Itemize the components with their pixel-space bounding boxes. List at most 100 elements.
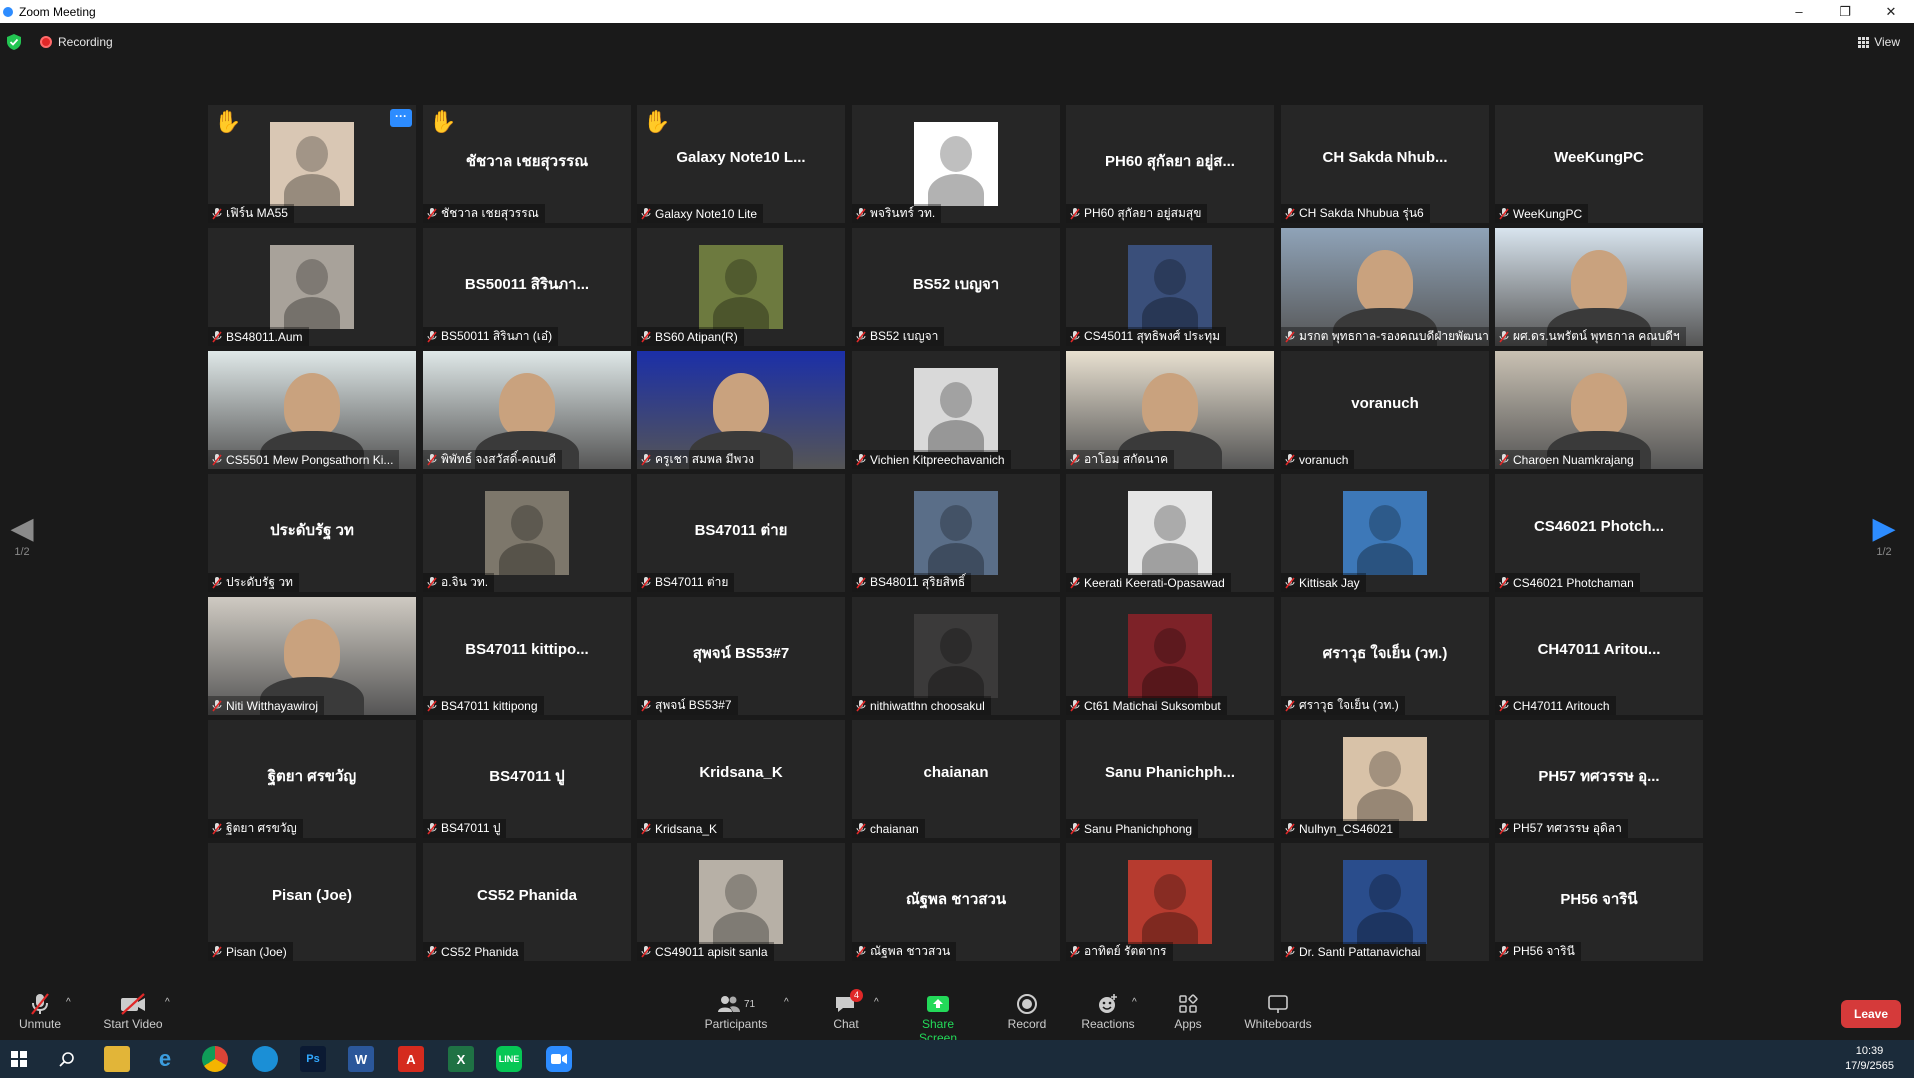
participant-tile[interactable]: ฐิตยา ศรขวัญ ฐิตยา ศรขวัญ xyxy=(208,720,416,838)
participant-tile[interactable]: BS60 Atipan(R) xyxy=(637,228,845,346)
participant-name-label: Sanu Phanichphong xyxy=(1066,819,1199,838)
participant-tile[interactable]: ผศ.ดร.นพรัตน์ พุทธกาล คณบดีฯ xyxy=(1495,228,1703,346)
acrobat-icon[interactable]: A xyxy=(398,1046,424,1072)
participant-tile[interactable]: CS45011 สุทธิพงศ์ ประทุม xyxy=(1066,228,1274,346)
participant-name: ชัชวาล เชยสุวรรณ xyxy=(441,206,539,220)
line-app-icon[interactable]: LINE xyxy=(496,1046,522,1072)
participant-tile[interactable]: Dr. Santi Pattanavichai xyxy=(1281,843,1489,961)
internet-explorer-icon[interactable]: e xyxy=(152,1046,178,1072)
participant-tile[interactable]: Keerati Keerati-Opasawad xyxy=(1066,474,1274,592)
participant-tile[interactable]: CS49011 apisit sanla xyxy=(637,843,845,961)
participant-tile[interactable]: Kridsana_K Kridsana_K xyxy=(637,720,845,838)
reactions-button[interactable]: Reactions xyxy=(1080,991,1136,1031)
zoom-taskbar-icon[interactable] xyxy=(546,1046,572,1072)
participant-tile[interactable]: PH56 จารินี PH56 จารินี xyxy=(1495,843,1703,961)
participant-tile[interactable]: PH60 สุกัลยา อยู่ส... PH60 สุกัลยา อยู่สม… xyxy=(1066,105,1274,223)
participant-tile[interactable]: ✋ ··· เฟิร์น MA55 xyxy=(208,105,416,223)
participant-tile[interactable]: nithiwatthn choosakul xyxy=(852,597,1060,715)
participant-tile[interactable]: พิพัทธ์ จงสวัสดิ์-คณบดี xyxy=(423,351,631,469)
participant-tile[interactable]: CS5501 Mew Pongsathorn Ki... xyxy=(208,351,416,469)
participant-tile[interactable]: CH47011 Aritou... CH47011 Aritouch xyxy=(1495,597,1703,715)
participant-tile[interactable]: อาทิตย์ รัตตากร xyxy=(1066,843,1274,961)
participant-tile[interactable]: ณัฐพล ชาวสวน ณัฐพล ชาวสวน xyxy=(852,843,1060,961)
participant-tile[interactable]: WeeKungPC WeeKungPC xyxy=(1495,105,1703,223)
restore-button[interactable]: ❐ xyxy=(1822,0,1868,23)
participant-name-label: CS46021 Photchaman xyxy=(1495,573,1640,592)
participant-name: CS52 Phanida xyxy=(441,944,519,959)
view-button[interactable]: View xyxy=(1858,35,1900,49)
excel-icon[interactable]: X xyxy=(448,1046,474,1072)
participants-button[interactable]: 71 Participants xyxy=(700,991,772,1031)
start-video-button[interactable]: Start Video xyxy=(100,991,166,1031)
participant-name-label: PH60 สุกัลยา อยู่สมสุข xyxy=(1066,204,1208,223)
muted-mic-icon xyxy=(856,945,866,957)
participant-tile[interactable]: Vichien Kitpreechavanich xyxy=(852,351,1060,469)
search-icon[interactable] xyxy=(54,1046,80,1072)
video-options-caret-icon[interactable]: ^ xyxy=(165,997,170,1008)
participant-tile[interactable]: chaianan chaianan xyxy=(852,720,1060,838)
participant-tile[interactable]: Kittisak Jay xyxy=(1281,474,1489,592)
participant-tile[interactable]: Sanu Phanichph... Sanu Phanichphong xyxy=(1066,720,1274,838)
participant-tile[interactable]: อ.จิน วท. xyxy=(423,474,631,592)
participant-tile[interactable]: CH Sakda Nhub... CH Sakda Nhubua รุ่น6 xyxy=(1281,105,1489,223)
participant-tile[interactable]: ประดับรัฐ วท ประดับรัฐ วท xyxy=(208,474,416,592)
leave-button[interactable]: Leave xyxy=(1841,1000,1901,1028)
participant-tile[interactable]: Niti Witthayawiroj xyxy=(208,597,416,715)
share-screen-button[interactable]: Share Screen xyxy=(902,991,974,1045)
participant-tile[interactable]: Nulhyn_CS46021 xyxy=(1281,720,1489,838)
record-button[interactable]: Record xyxy=(1006,991,1048,1031)
participant-tile[interactable]: อาโอม สกัดนาค xyxy=(1066,351,1274,469)
muted-mic-icon xyxy=(1499,453,1509,465)
participant-tile[interactable]: สุพจน์ BS53#7 สุพจน์ BS53#7 xyxy=(637,597,845,715)
participant-tile[interactable]: BS47011 kittipo... BS47011 kittipong xyxy=(423,597,631,715)
participant-tile[interactable]: พจรินทร์ วท. xyxy=(852,105,1060,223)
participant-tile[interactable]: Ct61 Matichai Suksombut xyxy=(1066,597,1274,715)
minimize-button[interactable]: – xyxy=(1776,0,1822,23)
muted-mic-icon xyxy=(856,576,866,588)
tile-more-options-button[interactable]: ··· xyxy=(390,109,412,127)
muted-mic-icon xyxy=(1070,699,1080,711)
unmute-button[interactable]: Unmute xyxy=(14,991,66,1031)
edge-icon[interactable] xyxy=(252,1046,278,1072)
chat-button[interactable]: 4 Chat xyxy=(826,989,866,1031)
participant-tile[interactable]: ชัชวาล เชยสุวรรณ ✋ ชัชวาล เชยสุวรรณ xyxy=(423,105,631,223)
participant-display-name: CS46021 Photch... xyxy=(1533,518,1665,535)
participant-tile[interactable]: BS52 เบญจา BS52 เบญจา xyxy=(852,228,1060,346)
participant-tile[interactable]: Galaxy Note10 L... ✋ Galaxy Note10 Lite xyxy=(637,105,845,223)
recording-indicator[interactable]: Recording xyxy=(40,35,113,49)
reactions-caret-icon[interactable]: ^ xyxy=(1132,997,1137,1008)
participant-tile[interactable]: ครูเชา สมพล มีพวง xyxy=(637,351,845,469)
windows-start-icon[interactable] xyxy=(6,1046,32,1072)
participant-tile[interactable]: Charoen Nuamkrajang xyxy=(1495,351,1703,469)
chat-caret-icon[interactable]: ^ xyxy=(874,997,879,1008)
participant-tile[interactable]: BS47011 ต่าย BS47011 ต่าย xyxy=(637,474,845,592)
apps-button[interactable]: Apps xyxy=(1170,991,1206,1031)
word-icon[interactable]: W xyxy=(348,1046,374,1072)
photoshop-icon[interactable]: Ps xyxy=(300,1046,326,1072)
close-button[interactable]: ✕ xyxy=(1868,0,1914,23)
file-explorer-icon[interactable] xyxy=(104,1046,130,1072)
participant-tile[interactable]: ศราวุธ ใจเย็น (วท.) ศราวุธ ใจเย็น (วท.) xyxy=(1281,597,1489,715)
system-clock[interactable]: 10:39 17/9/2565 xyxy=(1845,1044,1894,1074)
participant-tile[interactable]: CS52 Phanida CS52 Phanida xyxy=(423,843,631,961)
participant-tile[interactable]: BS48011 สุริยสิทธิ์ xyxy=(852,474,1060,592)
previous-page-button[interactable]: ◀ 1/2 xyxy=(2,512,42,558)
participants-caret-icon[interactable]: ^ xyxy=(784,997,789,1008)
participant-tile[interactable]: BS47011 ปู BS47011 ปู xyxy=(423,720,631,838)
participant-tile[interactable]: BS50011 สิรินภา... BS50011 สิรินภา (เอ๋) xyxy=(423,228,631,346)
security-shield-icon[interactable] xyxy=(7,34,21,50)
participant-tile[interactable]: CS46021 Photch... CS46021 Photchaman xyxy=(1495,474,1703,592)
whiteboards-button[interactable]: Whiteboards xyxy=(1240,991,1316,1031)
participant-tile[interactable]: มรกต พุทธกาล-รองคณบดีฝ่ายพัฒนา... xyxy=(1281,228,1489,346)
muted-mic-icon xyxy=(1499,945,1509,957)
audio-options-caret-icon[interactable]: ^ xyxy=(66,997,71,1008)
participant-name-label: PH56 จารินี xyxy=(1495,942,1581,961)
participant-tile[interactable]: BS48011.Aum xyxy=(208,228,416,346)
participant-tile[interactable]: PH57 ทศวรรษ อุ... PH57 ทศวรรษ อุดิลา xyxy=(1495,720,1703,838)
participant-avatar xyxy=(270,122,354,206)
chrome-icon[interactable] xyxy=(202,1046,228,1072)
participant-name-label: Dr. Santi Pattanavichai xyxy=(1281,942,1427,961)
next-page-button[interactable]: ▶ 1/2 xyxy=(1864,512,1904,558)
participant-tile[interactable]: voranuch voranuch xyxy=(1281,351,1489,469)
participant-tile[interactable]: Pisan (Joe) Pisan (Joe) xyxy=(208,843,416,961)
